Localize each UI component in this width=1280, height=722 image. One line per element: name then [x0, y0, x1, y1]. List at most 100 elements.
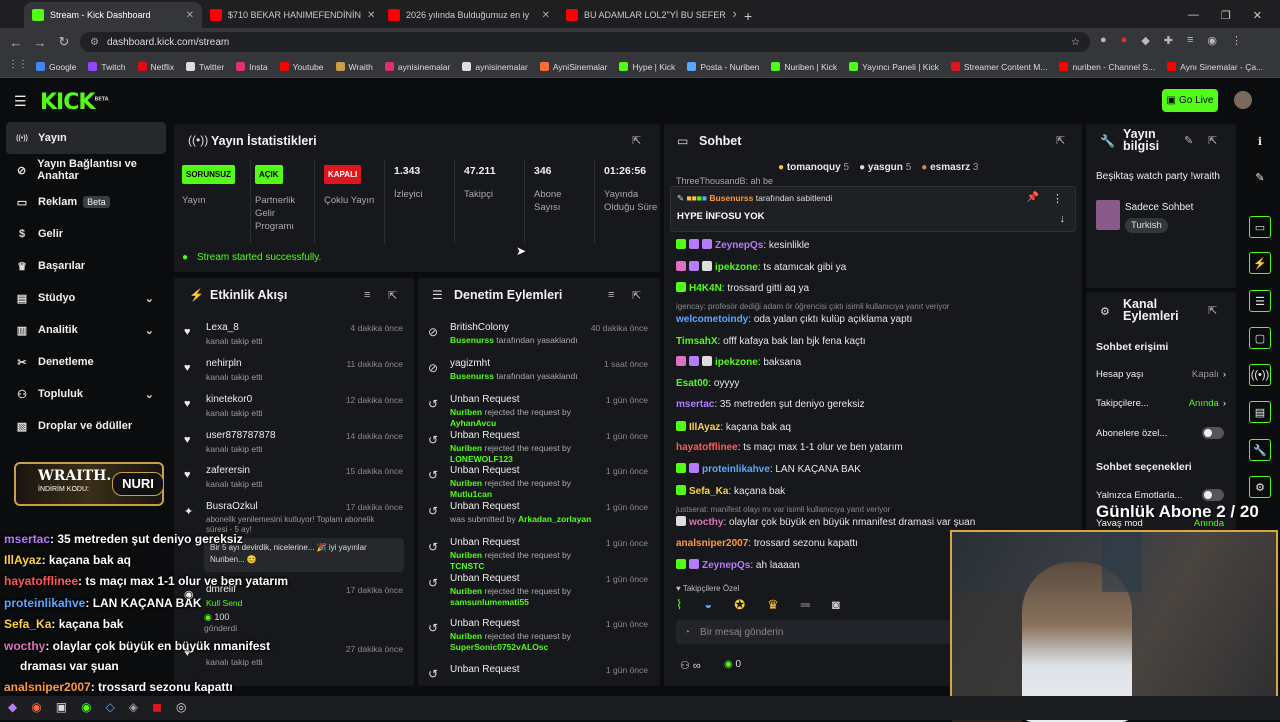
wrench-widget-icon[interactable]: 🔧 [1249, 439, 1271, 461]
kick-logo[interactable]: KICKBETA [40, 90, 109, 115]
emote-icon[interactable]: ⌇ [676, 597, 682, 613]
reload-icon[interactable]: ↻ [52, 34, 76, 50]
bookmark-star-icon[interactable]: ☆ [1071, 37, 1080, 48]
popout-icon[interactable]: ⇱ [1208, 134, 1217, 147]
close-tab-icon[interactable]: ✕ [186, 10, 194, 21]
message-widget-icon[interactable]: ▢ [1249, 327, 1271, 349]
chat-username[interactable]: hayatofflinee [676, 442, 738, 453]
more-options-icon[interactable]: ⋮ [1052, 192, 1063, 205]
account-age-setting[interactable]: Hesap yaşı Kapalı › [1096, 369, 1226, 380]
extension-icon[interactable]: ● [1121, 34, 1128, 47]
chat-message[interactable]: TimsahX: offf kafaya bak lan bjk fena ka… [676, 336, 1066, 347]
chat-message[interactable]: H4K4N: trossard gitti aq ya [676, 282, 1066, 294]
chat-widget-icon[interactable]: ▭ [1249, 216, 1271, 238]
hamburger-menu-icon[interactable]: ☰ [14, 93, 27, 110]
chat-message[interactable]: Sefa_Ka: kaçana bak [676, 485, 1066, 497]
go-live-button[interactable]: ▣ Go Live [1162, 89, 1218, 112]
chat-username[interactable]: analsniper2007 [676, 538, 748, 549]
sidebar-item-3[interactable]: $ Gelir [0, 218, 172, 250]
sidebar-item-7[interactable]: ✂ Denetleme [0, 346, 172, 378]
collapse-icon[interactable]: ↓ [1060, 213, 1066, 225]
puzzle-icon[interactable]: ✚ [1164, 34, 1173, 47]
chat-message[interactable]: hayatofflinee: ts maçı max 1-1 olur ve b… [676, 442, 1066, 453]
broadcast-widget-icon[interactable]: ((•)) [1249, 364, 1271, 386]
chat-username[interactable]: wocthy [689, 517, 723, 528]
chat-message[interactable]: Esat00: oyyyy [676, 378, 1066, 389]
popout-icon[interactable]: ⇱ [388, 289, 397, 302]
chevron-down-icon[interactable]: ⌄ [145, 324, 154, 337]
app-icon[interactable]: ◎ [176, 700, 186, 714]
channel-points[interactable]: ◉ 0 [724, 659, 741, 670]
chat-message[interactable]: ipekzone: baksana [676, 356, 1066, 368]
sidebar-item-1[interactable]: ⊘ Yayın Bağlantısı ve Anahtar [0, 154, 172, 186]
minimize-icon[interactable]: — [1188, 9, 1199, 22]
bookmark-item[interactable]: AyniSinemalar [539, 62, 607, 72]
chat-username[interactable]: ipekzone [715, 262, 758, 273]
stack-widget-icon[interactable]: ▤ [1249, 401, 1271, 423]
bookmark-item[interactable]: Nuriben | Kick [771, 62, 837, 72]
subs-only-setting[interactable]: Abonelere özel... [1096, 427, 1224, 439]
browser-tab-youtube-1[interactable]: $710 BEKAR HANIMEFENDİNİN ✕ [202, 2, 380, 28]
pin-icon[interactable]: 📌 [1027, 192, 1039, 203]
close-tab-icon[interactable]: ✕ [542, 10, 550, 21]
address-bar[interactable]: ⚙ dashboard.kick.com/stream ☆ [80, 32, 1090, 52]
chevron-down-icon[interactable]: ⌄ [145, 388, 154, 401]
emotes-only-toggle[interactable] [1202, 489, 1224, 501]
sidebar-item-0[interactable]: ((•)) Yayın [6, 122, 166, 154]
sidebar-item-4[interactable]: ♛ Başarılar [0, 250, 172, 282]
close-tab-icon[interactable]: ✕ [367, 10, 375, 21]
sidebar-item-9[interactable]: ▧ Droplar ve ödüller [0, 410, 172, 442]
profile-menu-icon[interactable]: ≡ [1187, 34, 1193, 47]
sidebar-item-2[interactable]: ▭ Reklam Beta [0, 186, 172, 218]
sidebar-item-8[interactable]: ⚇ Topluluk ⌄ [0, 378, 172, 410]
lightning-widget-icon[interactable]: ⚡ [1249, 252, 1271, 274]
bookmark-item[interactable]: Insta [236, 62, 268, 72]
app-icon[interactable]: ◇ [106, 700, 115, 714]
chat-users-icon[interactable]: ⚇ ∞ [680, 659, 701, 672]
popout-icon[interactable]: ⇱ [1208, 304, 1217, 317]
chat-username[interactable]: H4K4N [689, 283, 722, 294]
bookmark-item[interactable]: Twitter [186, 62, 224, 72]
app-icon[interactable]: ◆ [8, 700, 17, 714]
back-icon[interactable]: ← [4, 35, 28, 50]
forward-icon[interactable]: → [28, 35, 52, 50]
extension-icon[interactable]: ◆ [1141, 34, 1149, 47]
filter-icon[interactable]: ≡ [608, 289, 614, 301]
app-icon[interactable]: ◈ [129, 700, 138, 714]
emotes-only-setting[interactable]: Yalnızca Emotlarla... [1096, 489, 1224, 501]
profile-icon[interactable]: ◉ [1207, 34, 1217, 47]
chat-username[interactable]: welcometoindy [676, 314, 748, 325]
apps-icon[interactable]: ⋮⋮ [8, 59, 28, 70]
bookmark-item[interactable]: Yayıncı Paneli | Kick [849, 62, 939, 72]
emote-icon[interactable]: ═ [801, 597, 810, 613]
chat-message[interactable]: ipekzone: ts atamıcak gibi ya [676, 261, 1066, 273]
app-icon[interactable]: ◼ [152, 700, 162, 714]
browser-tab-youtube-2[interactable]: 2026 yılında Bulduğumuz en iy ✕ [380, 2, 558, 28]
bookmark-item[interactable]: Youtube [279, 62, 324, 72]
chat-username[interactable]: msertac [676, 399, 714, 410]
chat-username[interactable]: TimsahX [676, 336, 718, 347]
chat-username[interactable]: proteinlikahve [702, 464, 770, 475]
extension-icon[interactable]: ● [1100, 34, 1107, 47]
chevron-down-icon[interactable]: ⌄ [145, 292, 154, 305]
site-info-icon[interactable]: ⚙ [90, 37, 99, 48]
chat-message[interactable]: msertac: 35 metreden şut deniyo gereksiz [676, 399, 1066, 410]
bookmark-item[interactable]: nuriben - Channel S... [1059, 62, 1155, 72]
bookmark-item[interactable]: aynisinemalar [384, 62, 450, 72]
app-icon[interactable]: ◉ [31, 700, 41, 714]
app-icon[interactable]: ◉ [81, 700, 91, 714]
chat-message[interactable]: IllAyaz: kaçana bak aq [676, 421, 1066, 433]
maximize-icon[interactable]: ❐ [1221, 9, 1231, 22]
popout-icon[interactable]: ⇱ [632, 289, 641, 302]
window-close-icon[interactable]: ✕ [1253, 9, 1262, 22]
bookmark-item[interactable]: Aynı Sinemalar - Ça... [1167, 62, 1263, 72]
app-icon[interactable]: ▣ [56, 700, 67, 714]
bookmark-item[interactable]: Streamer Content M... [950, 62, 1047, 72]
bookmark-item[interactable]: Google [36, 62, 76, 72]
emote-icon[interactable]: ♛ [767, 597, 779, 613]
chat-username[interactable]: ZeynepQs [715, 240, 763, 251]
emote-icon[interactable]: ✪ [734, 597, 745, 613]
sidebar-item-6[interactable]: ▥ Analitik ⌄ [0, 314, 172, 346]
emote-icon[interactable]: ◙ [832, 597, 840, 613]
bookmark-item[interactable]: Netflix [137, 62, 174, 72]
